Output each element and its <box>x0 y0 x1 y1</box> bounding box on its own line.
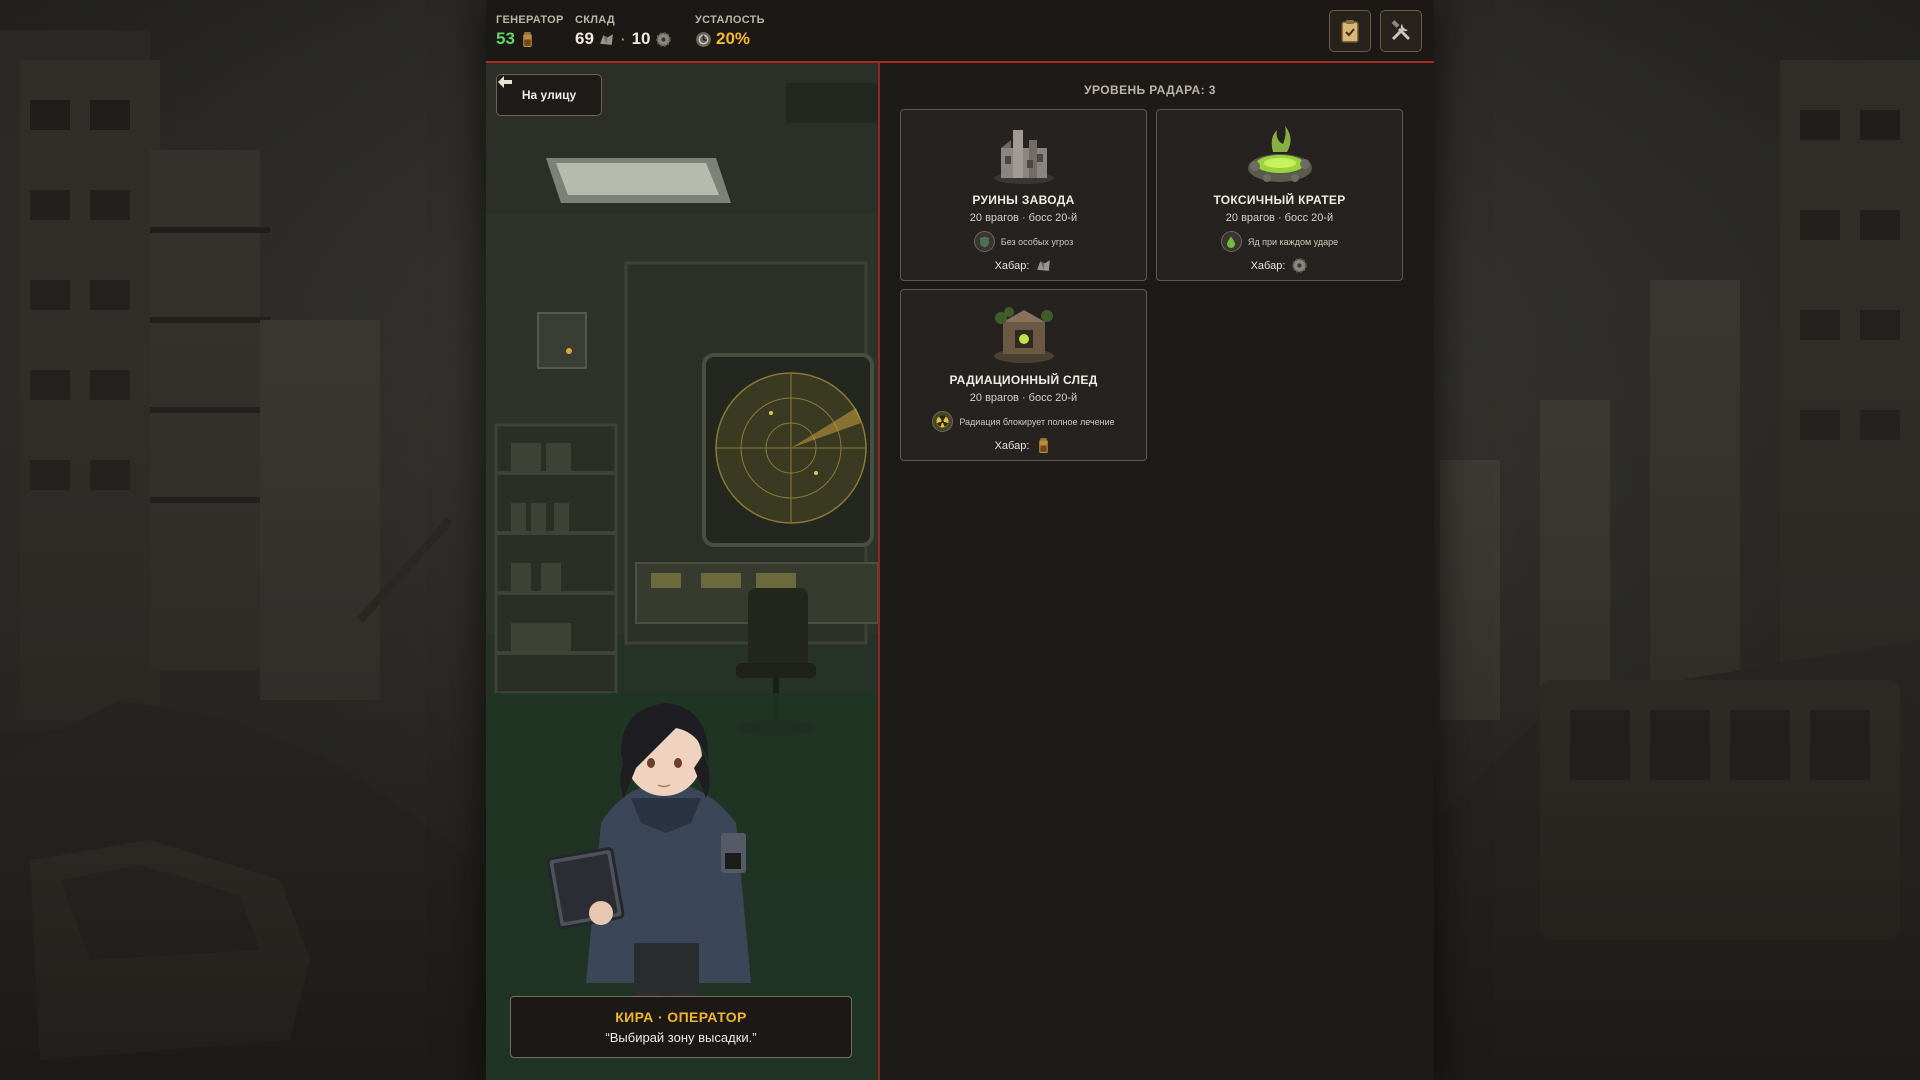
zone-threat: Яд при каждом ударе <box>1157 231 1402 252</box>
storage-separator: · <box>620 31 626 47</box>
speaker-name: КИРА · ОПЕРАТОР <box>615 1009 747 1025</box>
toxic-crater-icon <box>1248 126 1312 182</box>
radiation-icon <box>932 411 954 432</box>
scrap-icon <box>1037 260 1051 271</box>
zone-card-toxic-crater[interactable]: ТОКСИЧНЫЙ КРАТЕР 20 врагов · босс 20-й Я… <box>1156 109 1403 281</box>
fatigue-stat: УСТАЛОСТЬ 20% <box>695 14 765 49</box>
zone-threat-text: Без особых угроз <box>1000 236 1074 247</box>
zone-card-radiation-trail[interactable]: РАДИАЦИОННЫЙ СЛЕД 20 врагов · босс 20-й … <box>900 289 1147 461</box>
radiation-trail-icon <box>994 307 1054 363</box>
storage-stat: СКЛАД 69 · 10 <box>575 14 672 49</box>
fatigue-value: 20% <box>716 29 751 48</box>
zone-name: РУИНЫ ЗАВОДА <box>972 193 1075 207</box>
workshop-button[interactable] <box>1380 10 1422 52</box>
shield-icon <box>973 231 995 252</box>
gear-icon <box>655 31 671 47</box>
scrap-icon <box>600 33 613 45</box>
zone-loot-label: Хабар: <box>994 259 1030 272</box>
zone-name: РАДИАЦИОННЫЙ СЛЕД <box>949 373 1098 387</box>
zone-enemies: 20 врагов · босс 20-й <box>969 392 1078 404</box>
tools-icon <box>1391 20 1411 41</box>
poison-drop-icon <box>1220 231 1242 252</box>
fatigue-label: УСТАЛОСТЬ <box>695 14 765 26</box>
zone-threat: Без особых угроз <box>901 231 1146 252</box>
generator-value: 53 <box>496 29 515 48</box>
zone-threat-text: Яд при каждом ударе <box>1247 236 1339 247</box>
arrow-left-icon <box>498 76 512 88</box>
speaker-line: “Выбирай зону высадки.” <box>605 1030 757 1045</box>
game-frame: ГЕНЕРАТОР 53 СКЛАД 69 · 10 УСТАЛОСТЬ 20% <box>486 0 1434 1080</box>
gear-icon <box>1292 258 1308 273</box>
radar-level-title: УРОВЕНЬ РАДАРА: 3 <box>1084 83 1216 97</box>
generator-label: ГЕНЕРАТОР <box>496 14 564 26</box>
battery-icon <box>1039 438 1049 453</box>
resource-hud: ГЕНЕРАТОР 53 СКЛАД 69 · 10 УСТАЛОСТЬ 20% <box>486 0 1434 63</box>
clipboard-icon <box>1341 20 1359 43</box>
fatigue-icon <box>696 31 711 47</box>
back-button-label: На улицу <box>521 88 577 102</box>
storage-label: СКЛАД <box>575 14 616 26</box>
scrap-count: 69 <box>575 29 594 48</box>
radar-zone-panel: УРОВЕНЬ РАДАРА: 3 РУИНЫ ЗАВОДА 20 врагов… <box>880 63 1434 1080</box>
zone-enemies: 20 врагов · босс 20-й <box>1225 212 1334 224</box>
zone-enemies: 20 врагов · босс 20-й <box>969 212 1078 224</box>
factory-ruins-icon <box>994 130 1054 184</box>
zone-loot: Хабар: <box>901 257 1146 274</box>
gears-count: 10 <box>631 29 651 48</box>
zone-card-factory-ruins[interactable]: РУИНЫ ЗАВОДА 20 врагов · босс 20-й Без о… <box>900 109 1147 281</box>
zone-loot-label: Хабар: <box>1250 259 1286 272</box>
zone-threat-text: Радиация блокирует полное лечение <box>959 416 1115 427</box>
zone-loot: Хабар: <box>1157 257 1402 274</box>
generator-stat: ГЕНЕРАТОР 53 <box>496 14 564 49</box>
journal-button[interactable] <box>1329 10 1371 52</box>
zone-loot-label: Хабар: <box>994 439 1030 452</box>
zone-threat: Радиация блокирует полное лечение <box>901 411 1146 432</box>
operator-dialog-box: КИРА · ОПЕРАТОР “Выбирай зону высадки.” <box>510 996 852 1058</box>
battery-icon <box>523 31 532 47</box>
zone-loot: Хабар: <box>901 437 1146 454</box>
back-to-street-button[interactable]: На улицу <box>496 74 602 116</box>
zone-name: ТОКСИЧНЫЙ КРАТЕР <box>1213 193 1346 207</box>
radar-room-illustration <box>486 63 878 1080</box>
radar-room-scene: На улицу КИРА · ОПЕРАТОР “Выбирай зону в… <box>486 63 880 1080</box>
